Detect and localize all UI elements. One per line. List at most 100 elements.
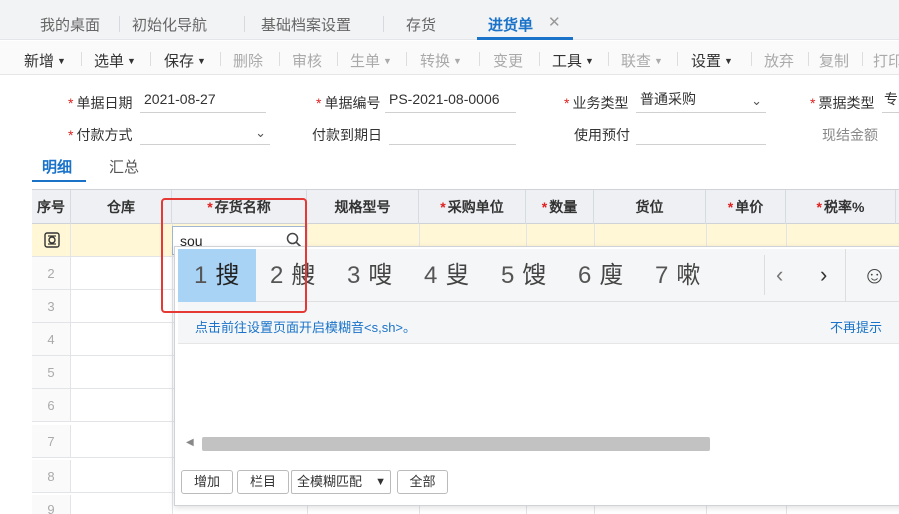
- active-tab-indicator: [477, 37, 573, 40]
- toolbar-separator: [677, 52, 678, 66]
- toolbar-separator: [751, 52, 752, 66]
- gear-icon[interactable]: [44, 232, 60, 248]
- chevron-down-icon: ▼: [453, 56, 462, 66]
- linked-query-button[interactable]: 联查 ▼: [621, 50, 663, 71]
- toolbar-separator: [862, 52, 863, 66]
- col-header-unit-price: * 单价: [706, 190, 786, 224]
- toolbar-separator: [220, 52, 221, 66]
- biz-type-label: * 业务类型: [564, 95, 629, 111]
- col-header-tax-rate: * 税率%: [786, 190, 896, 224]
- close-icon[interactable]: ✕: [548, 13, 561, 31]
- chevron-down-icon: ▼: [654, 56, 663, 66]
- pay-due-label: 付款到期日: [312, 127, 382, 143]
- col-header-seq: 序号: [32, 190, 71, 224]
- discard-button[interactable]: 放弃: [764, 50, 794, 71]
- cash-amount-label: 现结金额: [822, 127, 878, 143]
- pay-due-field[interactable]: [389, 121, 516, 145]
- chevron-down-icon: ⌄: [751, 93, 762, 108]
- emoji-icon[interactable]: ☺: [845, 249, 899, 302]
- scrollbar-thumb[interactable]: [202, 437, 710, 451]
- pay-method-select[interactable]: ⌄: [140, 121, 270, 145]
- ime-candidate[interactable]: 2艘: [270, 249, 315, 302]
- row-settings-cell[interactable]: [32, 224, 71, 256]
- ime-candidate[interactable]: 4叟: [424, 249, 469, 302]
- chevron-down-icon: ▼: [127, 56, 136, 66]
- col-header-spec: 规格型号: [307, 190, 419, 224]
- ime-candidate[interactable]: 7嗽: [655, 249, 700, 302]
- tab-bar: 我的桌面 初始化导航 基础档案设置 存货 进货单 ✕: [0, 0, 899, 40]
- tab-my-desktop[interactable]: 我的桌面: [40, 14, 100, 35]
- col-header-qty: * 数量: [526, 190, 594, 224]
- chevron-down-icon: ▼: [375, 476, 386, 488]
- toolbar-separator: [479, 52, 480, 66]
- save-button[interactable]: 保存 ▼: [164, 50, 206, 71]
- prepay-field[interactable]: [636, 121, 766, 145]
- change-button[interactable]: 变更: [493, 50, 523, 71]
- chevron-right-icon[interactable]: ›: [820, 262, 827, 288]
- all-button[interactable]: 全部: [397, 470, 448, 494]
- prepay-label: 使用预付: [574, 127, 630, 143]
- tab-summary[interactable]: 汇总: [109, 156, 139, 177]
- biz-type-select[interactable]: 普通采购 ⌄: [636, 89, 766, 113]
- pay-method-label: * 付款方式: [68, 127, 133, 143]
- chevron-down-icon: ⌄: [255, 125, 266, 140]
- col-header-purchase-unit: * 采购单位: [419, 190, 526, 224]
- ime-candidate[interactable]: 3嗖: [347, 249, 392, 302]
- add-button[interactable]: 增加: [181, 470, 233, 494]
- new-button[interactable]: 新增 ▼: [24, 50, 66, 71]
- convert-button[interactable]: 转换 ▼: [420, 50, 462, 71]
- delete-button[interactable]: 删除: [233, 50, 263, 71]
- tab-separator: [383, 16, 384, 32]
- toolbar-separator: [81, 52, 82, 66]
- doc-no-field[interactable]: PS-2021-08-0006: [385, 89, 516, 113]
- row-number: 7: [32, 425, 71, 457]
- ime-candidate[interactable]: 1搜: [178, 249, 256, 302]
- row-number: 4: [32, 323, 71, 355]
- toolbar-separator: [279, 52, 280, 66]
- row-number: 3: [32, 290, 71, 322]
- copy-button[interactable]: 复制: [819, 50, 849, 71]
- toolbar-separator: [808, 52, 809, 66]
- chevron-down-icon: ▼: [383, 56, 392, 66]
- doc-date-field[interactable]: 2021-08-27: [140, 89, 266, 113]
- ime-candidate[interactable]: 5馊: [501, 249, 546, 302]
- settings-button[interactable]: 设置 ▼: [691, 50, 733, 71]
- chevron-down-icon: ▼: [197, 56, 206, 66]
- print-button[interactable]: 打印: [873, 50, 899, 71]
- invoice-type-select[interactable]: 专: [882, 89, 899, 113]
- chevron-down-icon: ▼: [585, 56, 594, 66]
- select-doc-button[interactable]: 选单 ▼: [94, 50, 136, 71]
- horizontal-scrollbar[interactable]: ◀: [186, 436, 898, 452]
- toolbar: 新增 ▼ 选单 ▼ 保存 ▼ 删除 审核 生单 ▼ 转换 ▼ 变更 工具 ▼ 联查 ▼ 设置 ▼…: [0, 41, 899, 75]
- row-number: 6: [32, 389, 71, 421]
- ime-candidate[interactable]: 6廋: [578, 249, 623, 302]
- column-divider: [172, 224, 173, 514]
- match-mode-select[interactable]: 全模糊匹配 ▼: [291, 470, 391, 494]
- scroll-left-icon[interactable]: ◀: [186, 437, 194, 448]
- doc-no-label: * 单据编号: [316, 95, 381, 111]
- toolbar-separator: [406, 52, 407, 66]
- tab-init-nav[interactable]: 初始化导航: [132, 14, 207, 35]
- dismiss-hint-link[interactable]: 不再提示: [830, 317, 882, 336]
- tab-separator: [119, 16, 120, 32]
- audit-button[interactable]: 审核: [292, 50, 322, 71]
- columns-button[interactable]: 栏目: [237, 470, 289, 494]
- subtab-indicator: [32, 180, 86, 182]
- toolbar-separator: [150, 52, 151, 66]
- fuzzy-hint-link[interactable]: 点击前往设置页面开启模糊音<s,sh>。: [195, 317, 416, 336]
- invoice-type-label: * 票据类型: [810, 95, 875, 111]
- col-header-item-name: * 存货名称: [172, 190, 307, 224]
- tab-inventory[interactable]: 存货: [406, 14, 436, 35]
- tab-detail[interactable]: 明细: [42, 156, 72, 177]
- toolbar-separator: [539, 52, 540, 66]
- row-number: 9: [32, 495, 71, 514]
- chevron-left-icon[interactable]: ‹: [776, 262, 783, 288]
- grid-header: 序号 仓库 * 存货名称 规格型号 * 采购单位 * 数量 货位 * 单价 * 税率%: [32, 190, 899, 224]
- tools-button[interactable]: 工具 ▼: [552, 50, 594, 71]
- chevron-down-icon: ▼: [724, 56, 733, 66]
- tab-base-archive[interactable]: 基础档案设置: [261, 14, 351, 35]
- generate-doc-button[interactable]: 生单 ▼: [350, 50, 392, 71]
- tab-separator: [244, 16, 245, 32]
- ime-separator: [764, 255, 765, 295]
- tab-purchase-receipt[interactable]: 进货单: [488, 14, 533, 35]
